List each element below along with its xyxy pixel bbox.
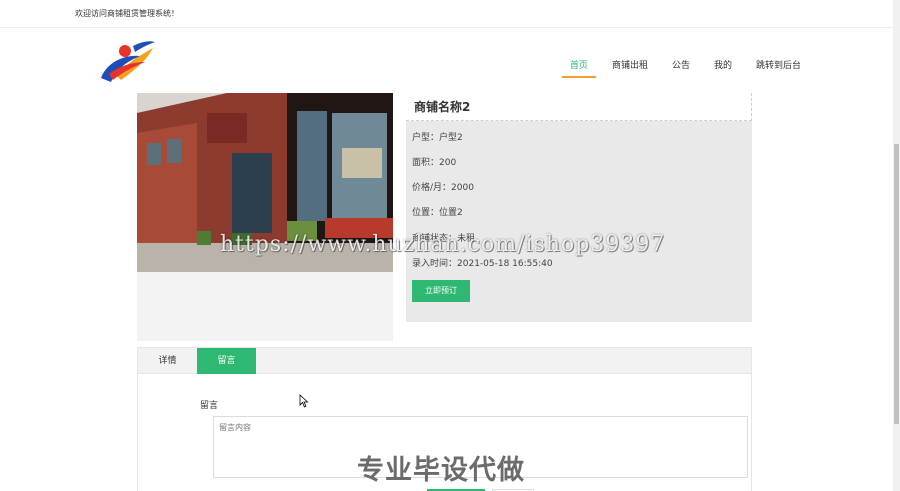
tab-comments[interactable]: 留言 (197, 348, 256, 374)
shop-row-layout-key: 户型： (412, 133, 440, 143)
shop-row-created-key: 录入时间： (412, 259, 458, 269)
main-nav: 首页 商铺出租 公告 我的 跳转到后台 (558, 58, 813, 78)
tab-details[interactable]: 详情 (138, 348, 197, 374)
shop-row-layout: 户型：户型2 (412, 130, 463, 143)
site-logo-icon[interactable] (95, 36, 159, 86)
nav-item-shop-rent[interactable]: 商铺出租 (600, 58, 660, 78)
top-welcome-bar: 欢迎访问商铺租赁管理系统！ (0, 0, 893, 28)
shop-photo-panel (137, 93, 393, 341)
url-watermark: https://www.huzhan.com/ishop39397 (220, 232, 666, 257)
reserve-button[interactable]: 立即预订 (412, 280, 470, 302)
site-header: 首页 商铺出租 公告 我的 跳转到后台 (0, 28, 893, 90)
shop-row-area-key: 面积： (412, 158, 440, 168)
shop-row-area: 面积：200 (412, 155, 456, 168)
shop-row-location-key: 位置： (412, 208, 440, 218)
nav-item-notice[interactable]: 公告 (660, 58, 702, 78)
mouse-cursor-icon (299, 393, 309, 408)
shop-row-area-value: 200 (439, 158, 457, 168)
shop-row-price: 价格/月：2000 (412, 180, 474, 193)
nav-item-mine[interactable]: 我的 (702, 58, 744, 78)
shop-row-created-value: 2021-05-18 16:55:40 (457, 259, 553, 269)
shop-row-price-value: 2000 (451, 183, 474, 193)
nav-item-home[interactable]: 首页 (558, 58, 600, 78)
shop-row-price-key: 价格/月： (412, 183, 452, 193)
shop-row-created: 录入时间：2021-05-18 16:55:40 (412, 256, 553, 269)
nav-item-admin[interactable]: 跳转到后台 (744, 58, 813, 78)
shop-row-location-value: 位置2 (439, 208, 463, 218)
shop-title: 商铺名称2 (406, 93, 752, 121)
shop-row-layout-value: 户型2 (439, 133, 463, 143)
shop-row-location: 位置：位置2 (412, 205, 463, 218)
tab-bar: 详情 留言 (138, 348, 751, 374)
comment-label: 留言 (200, 401, 219, 411)
shop-info-panel: 商铺名称2 户型：户型2 面积：200 价格/月：2000 位置：位置2 商铺状… (406, 93, 752, 322)
welcome-text: 欢迎访问商铺租赁管理系统！ (75, 9, 179, 18)
page-scrollbar[interactable] (893, 0, 900, 491)
scrollbar-thumb[interactable] (894, 144, 899, 424)
promo-watermark: 专业毕设代做 (357, 455, 525, 486)
